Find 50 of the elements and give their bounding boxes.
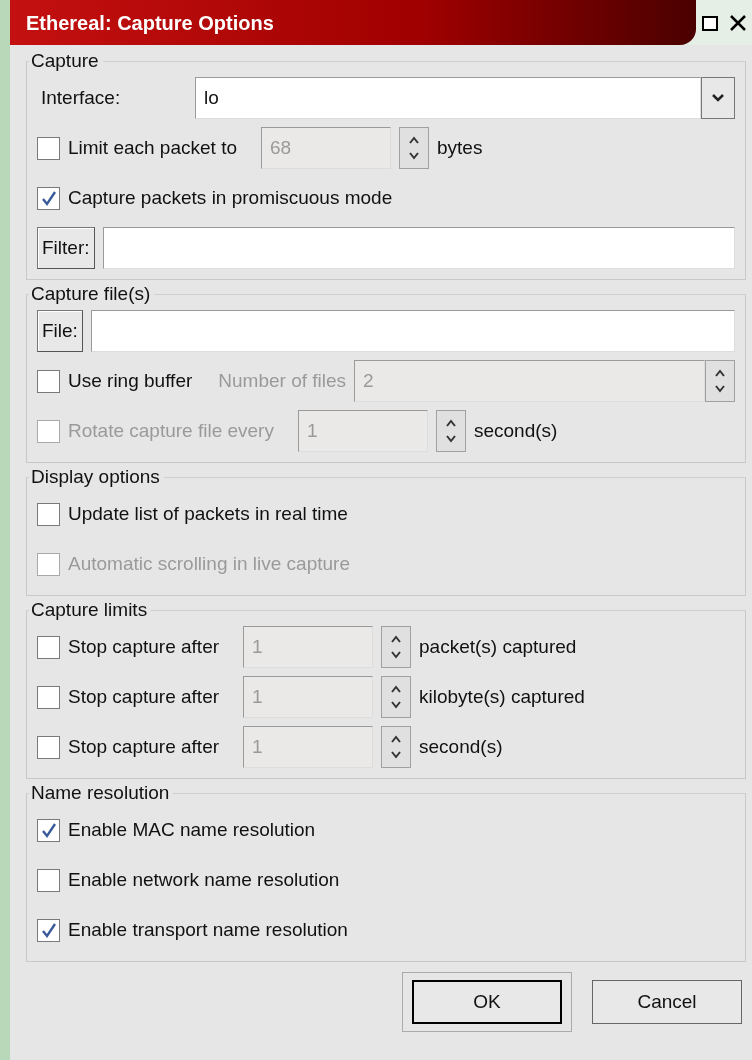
- dialog-button[interactable]: Cancel: [592, 980, 742, 1024]
- browse-button[interactable]: File:: [37, 310, 83, 352]
- window-title: Ethereal: Capture Options: [10, 0, 696, 45]
- spin-arrows[interactable]: [381, 676, 412, 718]
- spin-arrows[interactable]: [381, 726, 412, 768]
- spin-arrows[interactable]: [705, 360, 735, 402]
- unit-label: packet(s) captured: [419, 634, 577, 659]
- group-title: Capture: [30, 49, 100, 73]
- checkbox[interactable]: [37, 136, 60, 160]
- dialog-button[interactable]: OK: [412, 980, 562, 1024]
- unit-label: second(s): [419, 734, 503, 759]
- checkbox[interactable]: [37, 685, 60, 709]
- unit-label: bytes: [437, 135, 483, 160]
- checkbox[interactable]: [37, 818, 60, 842]
- dropdown-button[interactable]: [701, 77, 735, 119]
- group-title: Capture file(s): [30, 282, 152, 306]
- spin-arrows[interactable]: [381, 626, 412, 668]
- field-label: Interface:: [40, 85, 122, 110]
- checkbox-label: Stop capture after: [68, 684, 220, 709]
- browse-button[interactable]: Filter:: [37, 227, 95, 269]
- checkbox-label: Update list of packets in real time: [68, 501, 348, 526]
- checkbox-label: Enable network name resolution: [68, 867, 340, 892]
- checkbox[interactable]: [37, 868, 60, 892]
- checkbox-label: Stop capture after: [68, 634, 220, 659]
- checkbox-label: Capture packets in promiscuous mode: [68, 185, 393, 210]
- interface-field[interactable]: lo: [195, 77, 701, 119]
- unit-label: second(s): [473, 418, 558, 443]
- checkbox-label: Rotate capture file every: [68, 418, 274, 443]
- checkbox-label: Enable transport name resolution: [68, 917, 348, 942]
- checkbox[interactable]: [37, 502, 60, 526]
- checkbox[interactable]: [37, 918, 60, 942]
- checkbox-label: Use ring buffer: [68, 368, 193, 393]
- group-title: Name resolution: [30, 781, 171, 805]
- checkbox-label: Limit each packet to: [68, 135, 237, 160]
- spin-label: Number of files: [218, 368, 347, 393]
- checkbox[interactable]: [37, 735, 60, 759]
- text-field[interactable]: [102, 227, 735, 269]
- checkbox-label: Enable MAC name resolution: [68, 817, 316, 842]
- checkbox[interactable]: [37, 369, 60, 393]
- text-field[interactable]: [90, 310, 735, 352]
- group-title: Display options: [30, 465, 161, 489]
- checkbox[interactable]: [37, 635, 60, 659]
- checkbox-label: Stop capture after: [68, 734, 220, 759]
- spin-arrows[interactable]: [399, 127, 429, 169]
- unit-label: kilobyte(s) captured: [419, 684, 585, 709]
- checkbox[interactable]: [37, 186, 60, 210]
- checkbox-label: Automatic scrolling in live capture: [68, 551, 350, 576]
- group-title: Capture limits: [30, 598, 149, 622]
- chevron-icon: [711, 93, 725, 103]
- spin-arrows[interactable]: [435, 410, 466, 452]
